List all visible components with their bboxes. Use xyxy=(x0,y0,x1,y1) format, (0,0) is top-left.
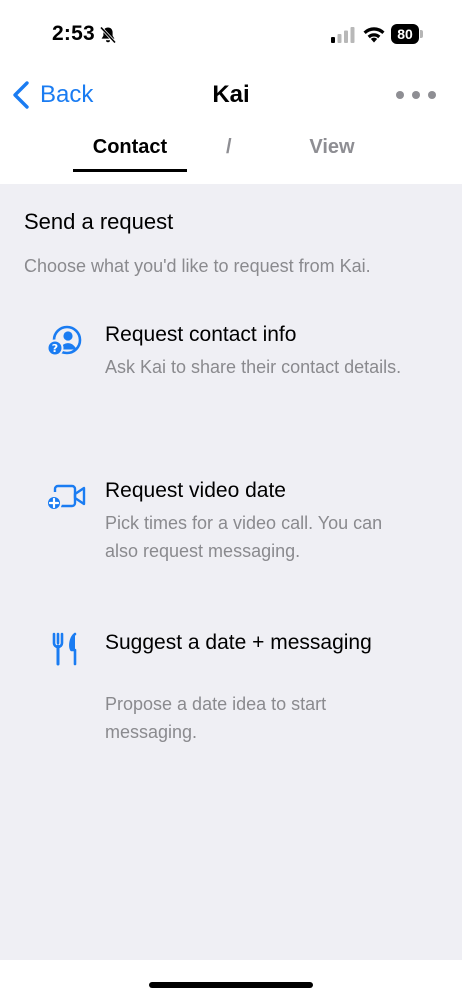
tab-view[interactable]: View xyxy=(292,136,372,159)
battery-cap xyxy=(420,30,423,38)
wifi-icon xyxy=(363,27,385,43)
tab-contact[interactable]: Contact xyxy=(73,136,187,159)
back-button[interactable]: Back xyxy=(10,78,93,112)
navigation-bar: Back Kai xyxy=(0,70,462,120)
video-add-icon xyxy=(46,484,86,511)
section-subtitle: Choose what you'd like to request from K… xyxy=(24,256,371,276)
ellipsis-icon-dot xyxy=(396,91,404,99)
option-title: Request contact info xyxy=(105,323,297,346)
request-video-date-option[interactable]: Request video date Pick times for a vide… xyxy=(0,470,462,570)
suggest-date-messaging-option[interactable]: Suggest a date + messaging Propose a dat… xyxy=(0,624,462,754)
ellipsis-icon-dot xyxy=(412,91,420,99)
chevron-left-icon xyxy=(13,81,29,109)
option-title: Request video date xyxy=(105,479,286,502)
tab-bar: Contact / View xyxy=(0,124,462,184)
cellular-signal-icon xyxy=(331,27,355,43)
home-indicator[interactable] xyxy=(149,982,313,988)
tab-separator: / xyxy=(226,136,232,158)
battery-level: 80 xyxy=(391,24,419,44)
bell-slash-icon xyxy=(99,26,117,44)
battery-icon: 80 xyxy=(391,24,423,44)
ellipsis-icon-dot xyxy=(428,91,436,99)
more-options-button[interactable] xyxy=(396,84,436,106)
option-description: Propose a date idea to start messaging. xyxy=(105,694,327,742)
option-description: Pick times for a video call. You can als… xyxy=(105,513,383,561)
request-panel: Send a request Choose what you'd like to… xyxy=(0,184,462,960)
status-bar: 2:53 80 xyxy=(0,0,462,70)
section-title: Send a request xyxy=(24,209,174,234)
option-description: Ask Kai to share their contact details. xyxy=(105,357,402,377)
request-contact-info-option[interactable]: ? Request contact info Ask Kai to share … xyxy=(0,314,462,414)
option-title: Suggest a date + messaging xyxy=(105,631,372,654)
svg-text:?: ? xyxy=(52,342,58,355)
tab-active-indicator xyxy=(73,169,187,172)
back-button-label: Back xyxy=(40,81,94,108)
contact-info-icon: ? xyxy=(46,325,82,357)
fork-knife-icon xyxy=(52,632,77,666)
home-indicator-area xyxy=(0,960,462,1000)
status-time: 2:53 xyxy=(52,22,95,45)
